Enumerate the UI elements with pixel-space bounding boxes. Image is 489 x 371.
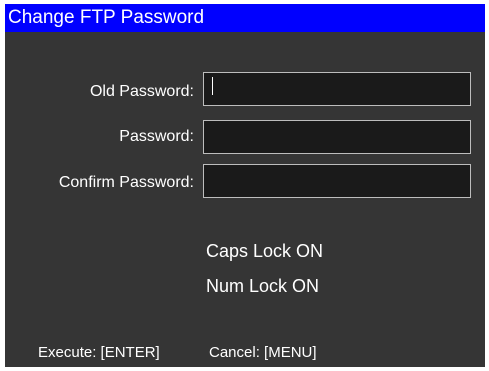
change-ftp-password-dialog: Change FTP Password Old Password: Passwo… — [5, 4, 485, 367]
confirm-password-field[interactable] — [203, 164, 471, 198]
dialog-title: Change FTP Password — [8, 7, 205, 28]
password-field[interactable] — [203, 120, 471, 154]
password-label: Password: — [119, 128, 194, 145]
title-bar: Change FTP Password — [5, 4, 485, 32]
old-password-field[interactable] — [203, 72, 471, 106]
old-password-label: Old Password: — [89, 83, 194, 100]
caps-lock-status: Caps Lock ON — [206, 241, 324, 261]
num-lock-status: Num Lock ON — [206, 276, 320, 296]
confirm-password-label: Confirm Password: — [58, 174, 194, 191]
cancel-hint: Cancel: [MENU] — [209, 344, 317, 361]
execute-hint: Execute: [ENTER] — [38, 344, 160, 361]
text-caret — [212, 77, 213, 95]
